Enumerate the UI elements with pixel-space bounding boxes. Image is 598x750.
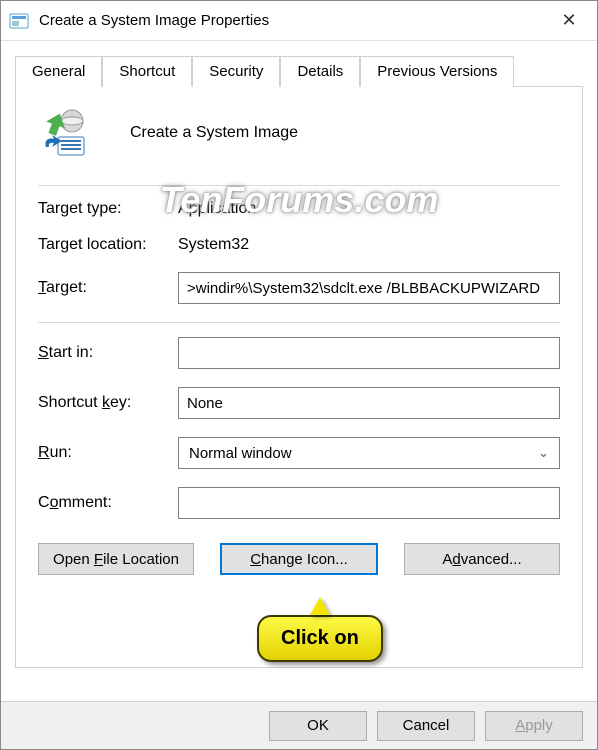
dialog-content: TenForums.com General Shortcut Security … (1, 41, 597, 701)
close-button[interactable]: ✕ (549, 10, 589, 31)
ok-button[interactable]: OK (269, 711, 367, 741)
callout-text: Click on (257, 615, 383, 662)
shortcut-buttons: Open File Location Change Icon... Advanc… (38, 543, 560, 575)
comment-input[interactable] (178, 487, 560, 519)
titlebar: Create a System Image Properties ✕ (1, 1, 597, 41)
value-target-type: Application (178, 200, 256, 218)
field-shortcut-key: Shortcut key: (38, 387, 560, 419)
label-start-in: Start in: (38, 344, 178, 362)
field-target: Target: (38, 272, 560, 304)
window-title: Create a System Image Properties (39, 12, 549, 29)
field-target-location: Target location: System32 (38, 236, 560, 254)
advanced-button[interactable]: Advanced... (404, 543, 560, 575)
field-comment: Comment: (38, 487, 560, 519)
label-comment: Comment: (38, 494, 178, 512)
run-select[interactable]: Normal window ⌄ (178, 437, 560, 469)
divider (38, 322, 560, 323)
start-in-input[interactable] (178, 337, 560, 369)
label-target: Target: (38, 279, 178, 297)
tab-strip: General Shortcut Security Details Previo… (15, 55, 583, 86)
label-target-location: Target location: (38, 236, 178, 254)
annotation-callout: Click on (257, 597, 383, 662)
dialog-bottom-bar: OK Cancel Apply (1, 701, 597, 749)
field-start-in: Start in: (38, 337, 560, 369)
run-value: Normal window (189, 445, 292, 462)
shortcut-key-input[interactable] (178, 387, 560, 419)
tab-security[interactable]: Security (192, 56, 280, 87)
divider (38, 185, 560, 186)
callout-arrow-icon (310, 597, 330, 615)
tab-general[interactable]: General (15, 56, 102, 87)
target-input[interactable] (178, 272, 560, 304)
shortcut-header: Create a System Image (38, 107, 560, 159)
label-shortcut-key: Shortcut key: (38, 394, 178, 412)
shortcut-icon (38, 107, 90, 159)
change-icon-button[interactable]: Change Icon... (220, 543, 378, 575)
app-icon (9, 11, 29, 31)
apply-button[interactable]: Apply (485, 711, 583, 741)
cancel-button[interactable]: Cancel (377, 711, 475, 741)
tab-details[interactable]: Details (280, 56, 360, 87)
field-run: Run: Normal window ⌄ (38, 437, 560, 469)
open-file-location-button[interactable]: Open File Location (38, 543, 194, 575)
field-target-type: Target type: Application (38, 200, 560, 218)
label-target-type: Target type: (38, 200, 178, 218)
label-run: Run: (38, 444, 178, 462)
tab-body-shortcut: Create a System Image Target type: Appli… (15, 86, 583, 668)
value-target-location: System32 (178, 236, 249, 254)
tab-previous-versions[interactable]: Previous Versions (360, 56, 514, 87)
properties-dialog: Create a System Image Properties ✕ TenFo… (0, 0, 598, 750)
chevron-down-icon: ⌄ (538, 445, 549, 461)
shortcut-name: Create a System Image (130, 124, 298, 142)
tab-shortcut[interactable]: Shortcut (102, 56, 192, 87)
